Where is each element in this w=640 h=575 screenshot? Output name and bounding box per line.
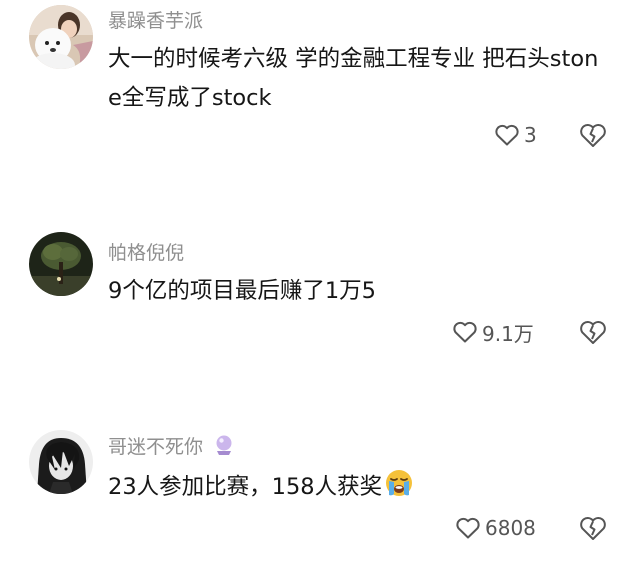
crystal-ball-icon: [216, 435, 232, 455]
loudly-crying-face-icon: [386, 470, 413, 496]
heart-icon: [456, 517, 480, 539]
comment-item: 暴躁香芋派 大一的时候考六级 学的金融工程专业 把石头stone全写成了stoc…: [0, 0, 640, 160]
comment-item: 帕格倪倪 9个亿的项目最后赚了1万5 9.1万: [0, 220, 640, 360]
dislike-button[interactable]: [578, 120, 608, 150]
comment-text: 23人参加比赛，158人获奖: [108, 468, 608, 507]
dislike-button[interactable]: [578, 317, 608, 347]
like-count: 6808: [485, 516, 536, 540]
comment-text-content: 23人参加比赛，158人获奖: [108, 474, 383, 500]
broken-heart-icon: [580, 321, 606, 344]
avatar[interactable]: [29, 5, 93, 69]
like-button[interactable]: 6808: [455, 513, 536, 543]
dark-hair-character-avatar-icon: [29, 430, 93, 494]
username-text: 哥迷不死你: [108, 436, 204, 458]
comment-text: 大一的时候考六级 学的金融工程专业 把石头stone全写成了stock: [108, 46, 599, 111]
avatar[interactable]: [29, 232, 93, 296]
username[interactable]: 帕格倪倪: [108, 238, 184, 265]
like-count: 9.1万: [482, 321, 534, 346]
heart-icon: [495, 124, 519, 146]
comment-text: 9个亿的项目最后赚了1万5: [108, 278, 376, 304]
tree-at-night-avatar-icon: [29, 232, 93, 296]
like-button[interactable]: 9.1万: [452, 317, 534, 347]
username[interactable]: 暴躁香芋派: [108, 6, 203, 33]
username[interactable]: 哥迷不死你: [108, 432, 235, 459]
like-count: 3: [524, 123, 537, 147]
heart-icon: [453, 321, 477, 343]
broken-heart-icon: [580, 124, 606, 147]
broken-heart-icon: [580, 517, 606, 540]
like-button[interactable]: 3: [494, 120, 537, 150]
comment-item: 哥迷不死你 23人参加比赛，158人获奖 6808: [0, 420, 640, 575]
dog-with-person-avatar-icon: [29, 5, 93, 69]
avatar[interactable]: [29, 430, 93, 494]
dislike-button[interactable]: [578, 513, 608, 543]
